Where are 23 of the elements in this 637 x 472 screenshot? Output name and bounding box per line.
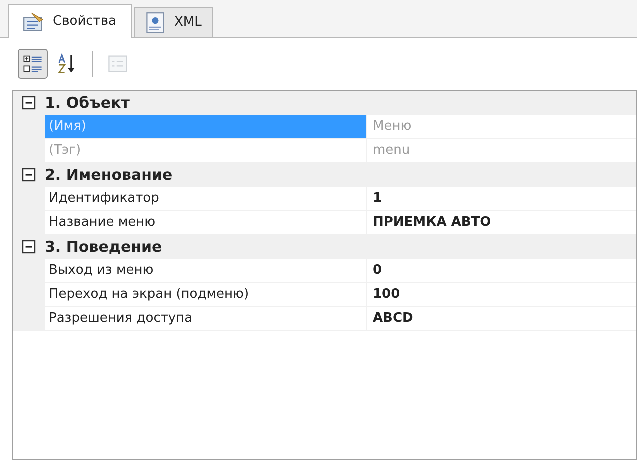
property-name[interactable]: Разрешения доступа [45, 307, 367, 331]
property-name[interactable]: Выход из меню [45, 259, 367, 283]
category-title: 2. Именование [45, 166, 173, 184]
tab[interactable]: Свойства [8, 4, 132, 38]
collapse-icon[interactable] [21, 167, 37, 183]
collapse-icon[interactable] [21, 239, 37, 255]
collapse-icon[interactable] [21, 95, 37, 111]
row-margin [13, 307, 45, 331]
property-pages-icon [107, 53, 129, 75]
categorized-icon [22, 53, 44, 75]
property-value: 0 [367, 259, 636, 283]
categorized-button[interactable] [18, 49, 48, 79]
category-title: 3. Поведение [45, 238, 162, 256]
property-name[interactable]: Переход на экран (подменю) [45, 283, 367, 307]
property-value: 100 [367, 283, 636, 307]
tab[interactable]: XML [134, 7, 213, 37]
property-name[interactable]: Идентификатор [45, 187, 367, 211]
property-value: 1 [367, 187, 636, 211]
document-icon [144, 12, 166, 34]
category-title: 1. Объект [45, 94, 130, 112]
property-value: ABCD [367, 307, 636, 331]
property-value: Меню [367, 115, 636, 139]
properties-icon [23, 10, 45, 32]
